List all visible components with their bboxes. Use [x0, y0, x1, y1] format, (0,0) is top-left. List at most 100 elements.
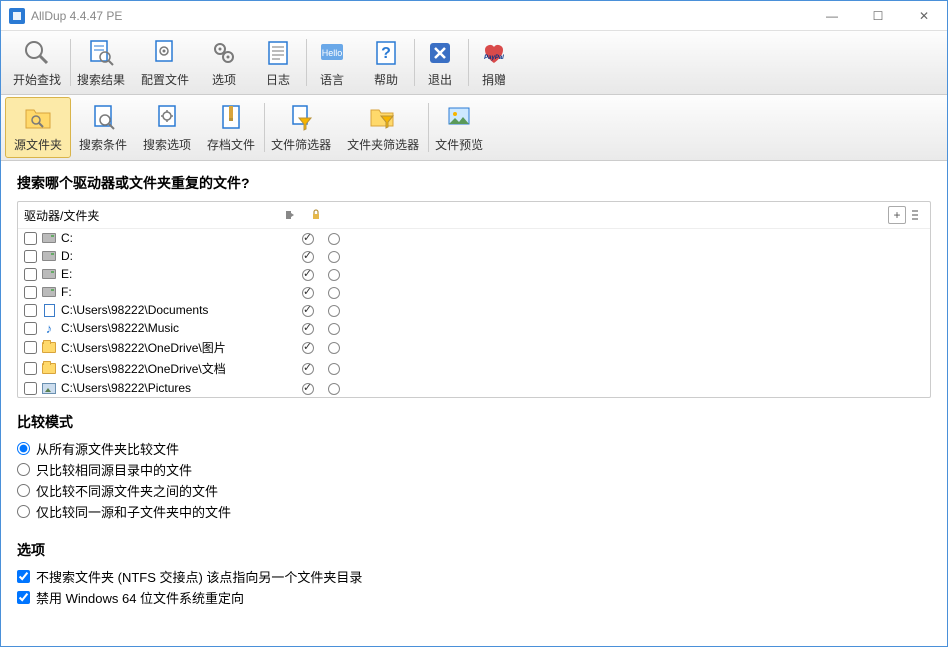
- option-checkbox[interactable]: [17, 570, 30, 583]
- tab-label: 文件预览: [435, 136, 483, 153]
- tab-label: 搜索选项: [143, 136, 191, 153]
- row-checkbox[interactable]: [24, 322, 37, 335]
- toolbar-start-search[interactable]: 开始查找: [5, 33, 69, 92]
- panel-menu-button[interactable]: [910, 208, 924, 222]
- toolbar-config-file[interactable]: 配置文件: [133, 33, 197, 92]
- tab-label: 文件夹筛选器: [347, 136, 419, 153]
- column-protect-icon[interactable]: [284, 209, 310, 221]
- row-protect-radio[interactable]: [295, 267, 321, 281]
- option-item[interactable]: 不搜索文件夹 (NTFS 交接点) 该点指向另一个文件夹目录: [17, 566, 931, 587]
- row-protect-radio[interactable]: [295, 231, 321, 245]
- row-protect-radio[interactable]: [295, 341, 321, 355]
- toolbar-label: 开始查找: [13, 71, 61, 88]
- exit-icon: [424, 37, 456, 69]
- help-icon: ?: [370, 37, 402, 69]
- tab-search-options[interactable]: 搜索选项: [135, 97, 199, 158]
- row-checkbox[interactable]: [24, 341, 37, 354]
- row-checkbox[interactable]: [24, 268, 37, 281]
- search-results-icon: [85, 37, 117, 69]
- compare-option[interactable]: 只比较相同源目录中的文件: [17, 459, 931, 480]
- row-type-icon: [41, 285, 57, 299]
- folder-row[interactable]: C:\Users\98222\Documents: [18, 301, 930, 319]
- options-title: 选项: [17, 540, 931, 560]
- search-criteria-icon: [87, 102, 119, 134]
- row-lock-radio[interactable]: [321, 381, 347, 395]
- archive-files-icon: [215, 102, 247, 134]
- row-protect-radio[interactable]: [295, 362, 321, 376]
- row-protect-radio[interactable]: [295, 249, 321, 263]
- folder-row[interactable]: D:: [18, 247, 930, 265]
- secondary-toolbar: 源文件夹搜索条件搜索选项存档文件文件筛选器文件夹筛选器文件预览: [1, 95, 947, 161]
- row-type-icon: [41, 381, 57, 395]
- options-icon: [208, 37, 240, 69]
- row-lock-radio[interactable]: [321, 303, 347, 317]
- tab-search-criteria[interactable]: 搜索条件: [71, 97, 135, 158]
- row-lock-radio[interactable]: [321, 321, 347, 335]
- row-protect-radio[interactable]: [295, 321, 321, 335]
- toolbar-log[interactable]: 日志: [251, 33, 305, 92]
- toolbar-donate[interactable]: PayPal捐赠: [467, 33, 521, 92]
- compare-radio[interactable]: [17, 463, 30, 476]
- folder-row[interactable]: C:: [18, 229, 930, 247]
- language-icon: Hello: [316, 37, 348, 69]
- log-icon: [262, 37, 294, 69]
- row-type-icon: [41, 249, 57, 263]
- maximize-button[interactable]: ☐: [855, 1, 901, 31]
- folders-panel: 驱动器/文件夹 + C:D:E:F:C:\Users\98222\Documen…: [17, 201, 931, 398]
- toolbar-help[interactable]: ?帮助: [359, 33, 413, 92]
- row-checkbox[interactable]: [24, 304, 37, 317]
- row-checkbox[interactable]: [24, 250, 37, 263]
- minimize-button[interactable]: —: [809, 1, 855, 31]
- compare-radio[interactable]: [17, 484, 30, 497]
- option-label: 不搜索文件夹 (NTFS 交接点) 该点指向另一个文件夹目录: [36, 567, 362, 586]
- row-protect-radio[interactable]: [295, 303, 321, 317]
- toolbar-label: 捐赠: [482, 71, 506, 88]
- row-path: C:\Users\98222\OneDrive\图片: [61, 339, 295, 356]
- tab-source-folders[interactable]: 源文件夹: [5, 97, 71, 158]
- row-path: C:\Users\98222\Music: [61, 321, 295, 335]
- folder-row[interactable]: C:\Users\98222\OneDrive\图片: [18, 337, 930, 358]
- folder-row[interactable]: ♪C:\Users\98222\Music: [18, 319, 930, 337]
- column-name-header[interactable]: 驱动器/文件夹: [24, 207, 284, 224]
- option-checkbox[interactable]: [17, 591, 30, 604]
- row-type-icon: [41, 341, 57, 355]
- toolbar-search-results[interactable]: 搜索结果: [69, 33, 133, 92]
- row-lock-radio[interactable]: [321, 285, 347, 299]
- toolbar-options[interactable]: 选项: [197, 33, 251, 92]
- row-protect-radio[interactable]: [295, 285, 321, 299]
- row-checkbox[interactable]: [24, 232, 37, 245]
- row-checkbox[interactable]: [24, 382, 37, 395]
- tab-archive-files[interactable]: 存档文件: [199, 97, 263, 158]
- compare-option[interactable]: 仅比较不同源文件夹之间的文件: [17, 480, 931, 501]
- folder-row[interactable]: E:: [18, 265, 930, 283]
- compare-option[interactable]: 仅比较同一源和子文件夹中的文件: [17, 501, 931, 522]
- toolbar-language[interactable]: Hello语言: [305, 33, 359, 92]
- row-protect-radio[interactable]: [295, 381, 321, 395]
- compare-radio[interactable]: [17, 505, 30, 518]
- add-folder-button[interactable]: +: [888, 206, 906, 224]
- option-item[interactable]: 禁用 Windows 64 位文件系统重定向: [17, 587, 931, 608]
- compare-radio[interactable]: [17, 442, 30, 455]
- folder-row[interactable]: F:: [18, 283, 930, 301]
- row-lock-radio[interactable]: [321, 267, 347, 281]
- close-button[interactable]: ✕: [901, 1, 947, 31]
- toolbar-exit[interactable]: 退出: [413, 33, 467, 92]
- row-checkbox[interactable]: [24, 286, 37, 299]
- window-controls: — ☐ ✕: [809, 1, 947, 31]
- tab-file-filter[interactable]: 文件筛选器: [263, 97, 339, 158]
- folder-row[interactable]: C:\Users\98222\OneDrive\文档: [18, 358, 930, 379]
- row-lock-radio[interactable]: [321, 231, 347, 245]
- column-lock-icon[interactable]: [310, 209, 336, 221]
- tab-folder-filter[interactable]: 文件夹筛选器: [339, 97, 427, 158]
- content-area: 搜索哪个驱动器或文件夹重复的文件? 驱动器/文件夹 + C:D:E:F:C:\U…: [1, 161, 947, 646]
- start-search-icon: [21, 37, 53, 69]
- row-lock-radio[interactable]: [321, 249, 347, 263]
- toolbar-label: 日志: [266, 71, 290, 88]
- tab-label: 源文件夹: [14, 136, 62, 153]
- row-lock-radio[interactable]: [321, 341, 347, 355]
- row-lock-radio[interactable]: [321, 362, 347, 376]
- folder-row[interactable]: C:\Users\98222\Pictures: [18, 379, 930, 397]
- row-checkbox[interactable]: [24, 362, 37, 375]
- compare-option[interactable]: 从所有源文件夹比较文件: [17, 438, 931, 459]
- tab-file-preview[interactable]: 文件预览: [427, 97, 491, 158]
